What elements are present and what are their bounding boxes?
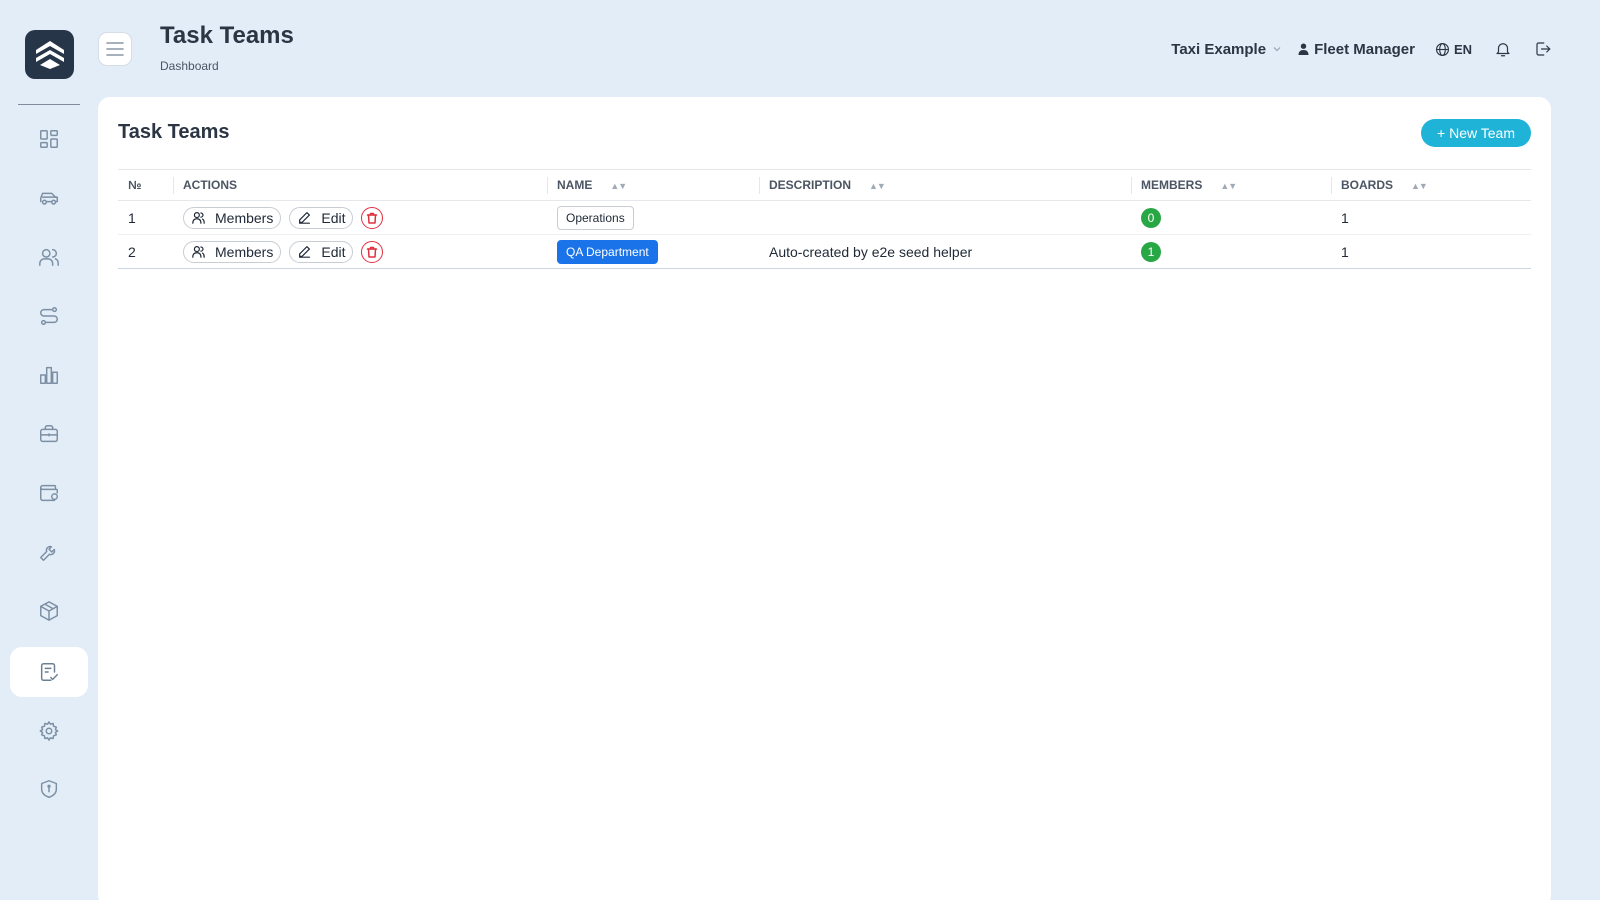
chart-icon — [40, 366, 58, 384]
sidebar-divider — [18, 104, 80, 105]
sidebar-item-dashboard[interactable] — [10, 114, 88, 164]
trash-icon — [367, 212, 378, 224]
hamburger-icon — [106, 42, 124, 56]
sidebar-item-maintenance[interactable] — [10, 527, 88, 577]
sidebar-item-vehicles[interactable] — [10, 173, 88, 223]
users-icon — [39, 248, 59, 266]
package-icon — [40, 601, 58, 621]
boards-count: 1 — [1331, 200, 1531, 235]
team-name-tag[interactable]: Operations — [557, 205, 634, 230]
sidebar-item-drivers[interactable] — [10, 232, 88, 282]
column-header-boards[interactable]: BOARDS ▲▼ — [1331, 170, 1531, 201]
team-description: Auto-created by e2e seed helper — [759, 234, 1131, 269]
members-count-badge: 0 — [1141, 207, 1161, 228]
members-count-badge: 1 — [1141, 241, 1161, 262]
team-name-tag[interactable]: QA Department — [557, 239, 658, 264]
user-menu[interactable]: Fleet Manager — [1298, 41, 1415, 58]
breadcrumb[interactable]: Dashboard — [160, 59, 219, 73]
delete-button[interactable] — [361, 206, 384, 229]
card-title: Task Teams — [118, 121, 230, 143]
trash-icon — [367, 246, 378, 258]
sort-icon[interactable]: ▲▼ — [1220, 181, 1237, 191]
sidebar-item-finance[interactable] — [10, 468, 88, 518]
globe-icon — [1435, 42, 1449, 56]
sidebar-item-jobs[interactable] — [10, 409, 88, 459]
members-button[interactable]: Members — [183, 206, 282, 229]
briefcase-icon — [40, 425, 58, 443]
table-row: 1 Members Edit Operations 0 1 — [118, 200, 1531, 235]
sidebar — [0, 0, 97, 900]
route-icon — [40, 307, 58, 325]
row-number: 2 — [118, 234, 173, 269]
car-icon — [40, 192, 58, 205]
sidebar-item-security[interactable] — [10, 764, 88, 814]
column-header-description[interactable]: DESCRIPTION ▲▼ — [759, 170, 1131, 201]
logout-button[interactable] — [1534, 40, 1552, 58]
sort-icon[interactable]: ▲▼ — [610, 181, 627, 191]
app-logo[interactable] — [25, 30, 74, 79]
members-button[interactable]: Members — [183, 240, 282, 263]
bell-icon — [1496, 43, 1510, 57]
table-row: 2 Members Edit QA Department Auto-create… — [118, 234, 1531, 269]
header-toolbar: Taxi Example Fleet Manager EN — [1171, 38, 1552, 60]
notifications-button[interactable] — [1494, 40, 1512, 58]
edit-button[interactable]: Edit — [289, 206, 354, 229]
team-description — [759, 200, 1131, 235]
task-icon — [40, 663, 58, 681]
wallet-icon — [40, 484, 58, 502]
column-header-number: № — [128, 178, 142, 192]
shield-icon — [40, 780, 58, 798]
task-teams-card: Task Teams + New Team № ACTIONS NAME ▲▼ D… — [98, 97, 1551, 900]
users-icon — [192, 246, 205, 258]
language-selector[interactable]: EN — [1435, 42, 1472, 57]
teams-table: № ACTIONS NAME ▲▼ DESCRIPTION ▲▼ MEMBERS ▲▼… — [118, 169, 1531, 269]
gear-icon — [39, 721, 59, 741]
logout-icon — [1536, 42, 1551, 56]
sidebar-item-routes[interactable] — [10, 291, 88, 341]
page-title: Task Teams — [160, 22, 294, 49]
sidebar-item-reports[interactable] — [10, 350, 88, 400]
menu-toggle-button[interactable] — [98, 32, 132, 66]
sidebar-item-inventory[interactable] — [10, 586, 88, 636]
sidebar-item-settings[interactable] — [10, 706, 88, 756]
company-name: Taxi Example — [1171, 40, 1267, 58]
chevron-down-icon — [1273, 47, 1281, 52]
column-header-name[interactable]: NAME ▲▼ — [547, 170, 759, 201]
company-selector[interactable]: Taxi Example — [1171, 41, 1282, 58]
users-icon — [192, 212, 205, 224]
row-number: 1 — [118, 200, 173, 235]
column-header-members[interactable]: MEMBERS ▲▼ — [1131, 170, 1331, 201]
table-header-row: № ACTIONS NAME ▲▼ DESCRIPTION ▲▼ MEMBERS ▲▼… — [118, 169, 1531, 201]
delete-button[interactable] — [361, 240, 384, 263]
sort-icon[interactable]: ▲▼ — [869, 181, 886, 191]
language-code: EN — [1453, 41, 1472, 57]
sidebar-item-tasks[interactable] — [10, 647, 88, 697]
boards-count: 1 — [1331, 234, 1531, 269]
column-header-actions: ACTIONS — [173, 170, 547, 201]
pencil-icon — [299, 212, 311, 224]
edit-button[interactable]: Edit — [289, 240, 354, 263]
user-name: Fleet Manager — [1314, 40, 1415, 58]
new-team-button[interactable]: + New Team — [1421, 119, 1531, 147]
dashboard-icon — [40, 130, 58, 148]
sort-icon[interactable]: ▲▼ — [1411, 181, 1428, 191]
user-icon — [1298, 43, 1309, 55]
logo-icon — [35, 40, 64, 69]
pencil-icon — [299, 246, 311, 258]
wrench-icon — [40, 545, 56, 561]
